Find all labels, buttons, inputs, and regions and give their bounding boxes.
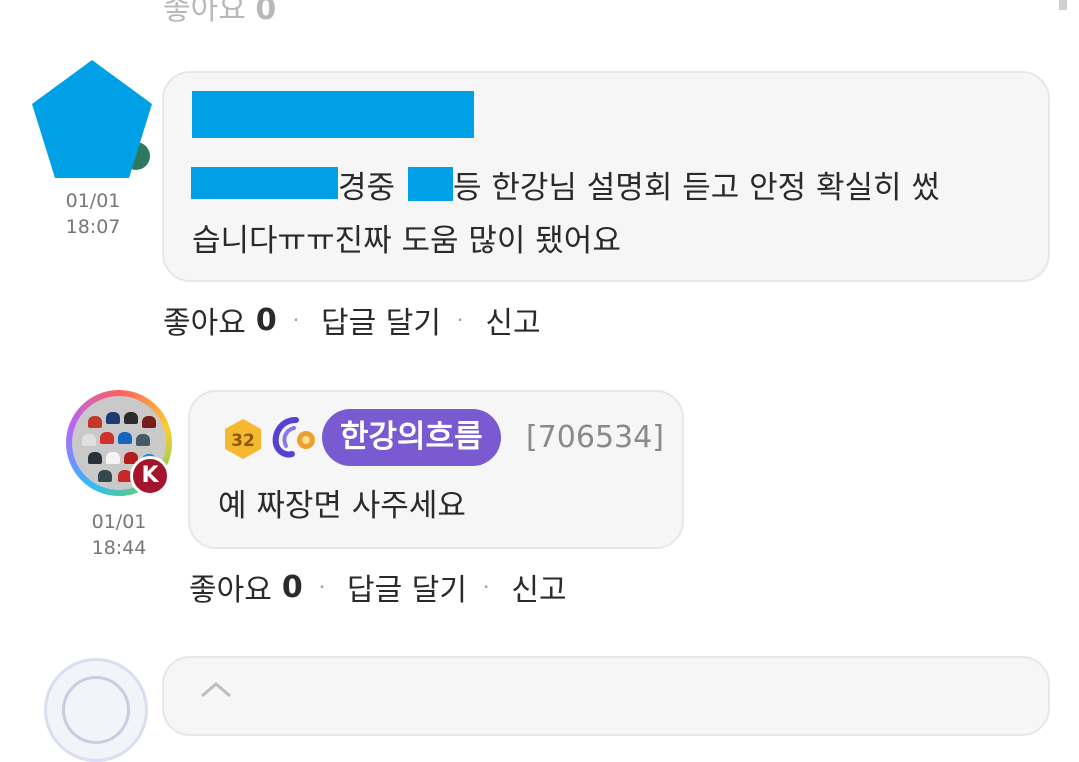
user-id: [706534] xyxy=(526,420,664,455)
separator-dot: · xyxy=(482,575,490,599)
pentagon-avatar-icon[interactable] xyxy=(30,58,154,182)
timestamp-date: 01/01 xyxy=(65,190,121,212)
emblem-icon xyxy=(272,417,315,458)
report-button[interactable]: 신고 xyxy=(485,298,540,342)
comment-actions: 좋아요 0 · 답글 달기 · 신고 xyxy=(189,565,567,609)
avatar-inner xyxy=(62,676,130,744)
like-count: 0 xyxy=(255,302,277,338)
timestamp-date: 01/01 xyxy=(91,511,147,533)
separator-dot: · xyxy=(318,575,326,599)
report-button[interactable]: 신고 xyxy=(511,565,566,609)
timestamp-time: 18:44 xyxy=(91,537,147,559)
prev-like-count: 0 xyxy=(255,0,277,27)
prev-comment-actions: 좋아요 0 xyxy=(163,0,276,28)
comment-text-fragment: 경중 xyxy=(338,170,396,206)
level-number: 32 xyxy=(231,431,255,451)
prev-like-label[interactable]: 좋아요 xyxy=(163,0,246,27)
separator-dot: · xyxy=(456,308,464,332)
comment-bubble xyxy=(162,656,1050,736)
comment-timestamp: 01/01 18:07 xyxy=(52,188,134,240)
redacted-author-name xyxy=(192,91,474,138)
reply-button[interactable]: 답글 달기 xyxy=(347,565,467,609)
like-button[interactable]: 좋아요 xyxy=(163,298,246,342)
comment-text: 예 짜장면 사주세요 xyxy=(218,488,466,524)
separator-dot: · xyxy=(292,308,300,332)
scrollbar-thumb[interactable] xyxy=(1059,0,1067,10)
redacted-text xyxy=(408,167,453,201)
comment-actions: 좋아요 0 · 답글 달기 · 신고 xyxy=(163,298,541,342)
like-button[interactable]: 좋아요 xyxy=(189,565,272,609)
level-badge-icon: 32 xyxy=(225,419,261,459)
level-badge-icon xyxy=(201,682,231,698)
comment-timestamp: 01/01 18:44 xyxy=(78,509,160,561)
comment-text-fragment: 등 한강님 설명회 듣고 안정 확실히 썼 xyxy=(453,170,940,206)
timestamp-time: 18:07 xyxy=(65,216,121,238)
reply-button[interactable]: 답글 달기 xyxy=(321,298,441,342)
comment-text-line: 습니다ㅠㅠ진짜 도움 많이 됐어요 xyxy=(192,223,621,259)
author-name[interactable]: 한강의흐름 xyxy=(322,409,501,466)
avatar-badge: K xyxy=(130,456,170,496)
like-count: 0 xyxy=(281,569,303,605)
redacted-text xyxy=(191,167,338,199)
